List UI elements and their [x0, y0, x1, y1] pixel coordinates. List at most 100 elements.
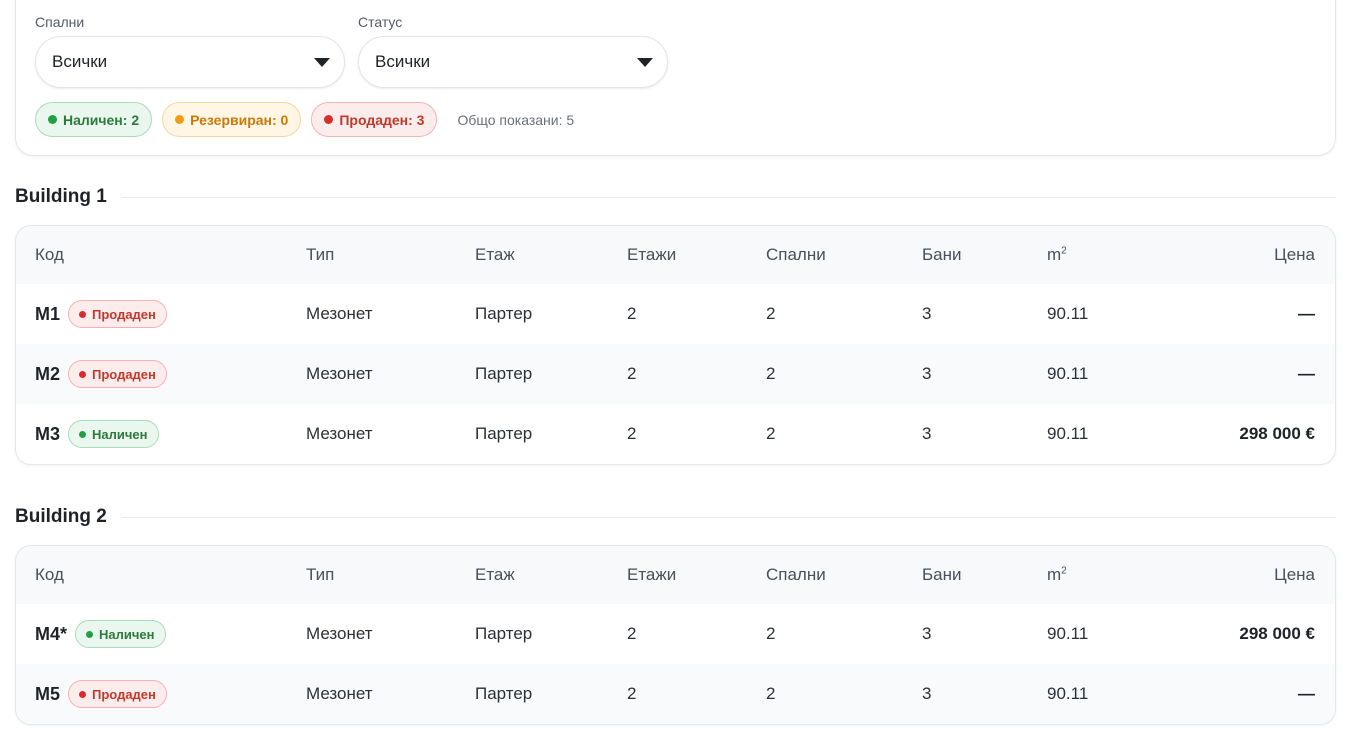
status-select[interactable]: Всички: [358, 36, 668, 88]
header-floor: Етаж: [475, 245, 515, 264]
header-code: Код: [35, 565, 64, 584]
unit-bathrooms: 3: [922, 364, 932, 383]
header-floors: Етажи: [627, 245, 677, 264]
unit-bedrooms: 2: [766, 304, 776, 323]
header-bedrooms: Спални: [766, 245, 826, 264]
group-title: Building 1: [15, 186, 1336, 208]
sold-count-label: Продаден: 3: [339, 111, 425, 128]
unit-code: M2: [35, 363, 61, 384]
red-dot-icon: [324, 115, 334, 124]
unit-area: 90.11: [1047, 304, 1089, 323]
total-shown-label: Общо показани: 5: [457, 111, 575, 128]
group-title-text: Building 1: [15, 186, 107, 207]
unit-type: Мезонет: [306, 684, 373, 703]
status-badge: Продаден: [68, 300, 167, 328]
chevron-down-icon: [637, 58, 653, 67]
table-row[interactable]: M2 Продаден Мезонет Партер 2 2 3 90.11 —: [16, 344, 1335, 404]
divider: [120, 516, 1336, 518]
sold-count-chip[interactable]: Продаден: 3: [311, 102, 438, 137]
status-badge-label: Продаден: [92, 366, 156, 382]
unit-code-cell: M5 Продаден: [35, 680, 167, 708]
unit-code-cell: M2 Продаден: [35, 360, 167, 388]
header-type: Тип: [306, 565, 335, 584]
unit-price: —: [1298, 304, 1315, 323]
unit-bedrooms: 2: [766, 364, 776, 383]
unit-code: M4*: [35, 623, 68, 644]
reserved-count-chip[interactable]: Резервиран: 0: [162, 102, 302, 137]
bedrooms-select-value: Всички: [52, 52, 108, 71]
divider: [120, 196, 1336, 198]
unit-bedrooms: 2: [766, 684, 776, 703]
status-filter-label: Статус: [358, 14, 403, 30]
unit-code: M5: [35, 683, 61, 704]
bedrooms-select[interactable]: Всички: [35, 36, 345, 88]
header-floor: Етаж: [475, 565, 515, 584]
unit-bedrooms: 2: [766, 624, 776, 643]
group-title-text: Building 2: [15, 506, 107, 527]
table-row[interactable]: M1 Продаден Мезонет Партер 2 2 3 90.11 —: [16, 284, 1335, 344]
red-dot-icon: [79, 310, 87, 318]
unit-floor: Партер: [475, 364, 533, 383]
unit-bathrooms: 3: [922, 304, 932, 323]
area-unit: m: [1047, 565, 1062, 584]
header-price: Цена: [1274, 245, 1315, 264]
unit-type: Мезонет: [306, 424, 373, 443]
unit-floor: Партер: [475, 424, 533, 443]
unit-bathrooms: 3: [922, 424, 932, 443]
unit-floors: 2: [627, 424, 637, 443]
table-header: Код Тип Етаж Етажи Спални Бани m2 Цена: [16, 546, 1335, 604]
header-bathrooms: Бани: [922, 565, 962, 584]
status-badge-label: Наличен: [99, 626, 155, 642]
units-table: Код Тип Етаж Етажи Спални Бани m2 Цена M1 Продаде…: [15, 225, 1336, 465]
status-badge-label: Продаден: [92, 306, 156, 322]
orange-dot-icon: [175, 115, 185, 124]
header-area: m2: [1047, 245, 1067, 265]
green-dot-icon: [48, 115, 57, 124]
area-unit-sup: 2: [1061, 565, 1067, 577]
units-table: Код Тип Етаж Етажи Спални Бани m2 Цена M4* Наличе…: [15, 545, 1336, 725]
unit-floors: 2: [627, 304, 637, 323]
unit-price: —: [1298, 684, 1315, 703]
table-row[interactable]: M4* Наличен Мезонет Партер 2 2 3 90.11 298 000 €: [16, 604, 1335, 664]
unit-floors: 2: [627, 624, 637, 643]
unit-type: Мезонет: [306, 624, 373, 643]
header-type: Тип: [306, 245, 335, 264]
table-row[interactable]: M3 Наличен Мезонет Партер 2 2 3 90.11 298 000 €: [16, 404, 1335, 464]
status-summary: Наличен: 2 Резервиран: 0 Продаден: 3 Общ…: [35, 102, 574, 137]
area-unit-sup: 2: [1061, 245, 1067, 257]
area-unit: m: [1047, 245, 1062, 264]
unit-floor: Партер: [475, 684, 533, 703]
header-area: m2: [1047, 565, 1067, 585]
table-header: Код Тип Етаж Етажи Спални Бани m2 Цена: [16, 226, 1335, 284]
unit-code-cell: M4* Наличен: [35, 620, 166, 648]
unit-bathrooms: 3: [922, 624, 932, 643]
green-dot-icon: [79, 430, 87, 438]
red-dot-icon: [79, 690, 87, 698]
header-bathrooms: Бани: [922, 245, 962, 264]
green-dot-icon: [86, 630, 94, 638]
table-row[interactable]: M5 Продаден Мезонет Партер 2 2 3 90.11 —: [16, 664, 1335, 724]
header-bedrooms: Спални: [766, 565, 826, 584]
group-title: Building 2: [15, 506, 1336, 528]
header-price: Цена: [1274, 565, 1315, 584]
unit-type: Мезонет: [306, 304, 373, 323]
unit-bedrooms: 2: [766, 424, 776, 443]
unit-area: 90.11: [1047, 624, 1089, 643]
status-badge: Продаден: [68, 680, 167, 708]
unit-floor: Партер: [475, 304, 533, 323]
unit-code: M1: [35, 303, 61, 324]
chevron-down-icon: [314, 58, 330, 67]
unit-bathrooms: 3: [922, 684, 932, 703]
unit-floor: Партер: [475, 624, 533, 643]
reserved-count-label: Резервиран: 0: [190, 111, 289, 128]
status-badge: Наличен: [75, 620, 166, 648]
header-floors: Етажи: [627, 565, 677, 584]
bedrooms-filter-label: Спални: [35, 14, 85, 30]
unit-area: 90.11: [1047, 364, 1089, 383]
available-count-chip[interactable]: Наличен: 2: [35, 102, 153, 137]
status-badge: Наличен: [68, 420, 159, 448]
unit-code: M3: [35, 423, 61, 444]
unit-area: 90.11: [1047, 424, 1089, 443]
unit-type: Мезонет: [306, 364, 373, 383]
unit-price: 298 000 €: [1239, 424, 1315, 443]
